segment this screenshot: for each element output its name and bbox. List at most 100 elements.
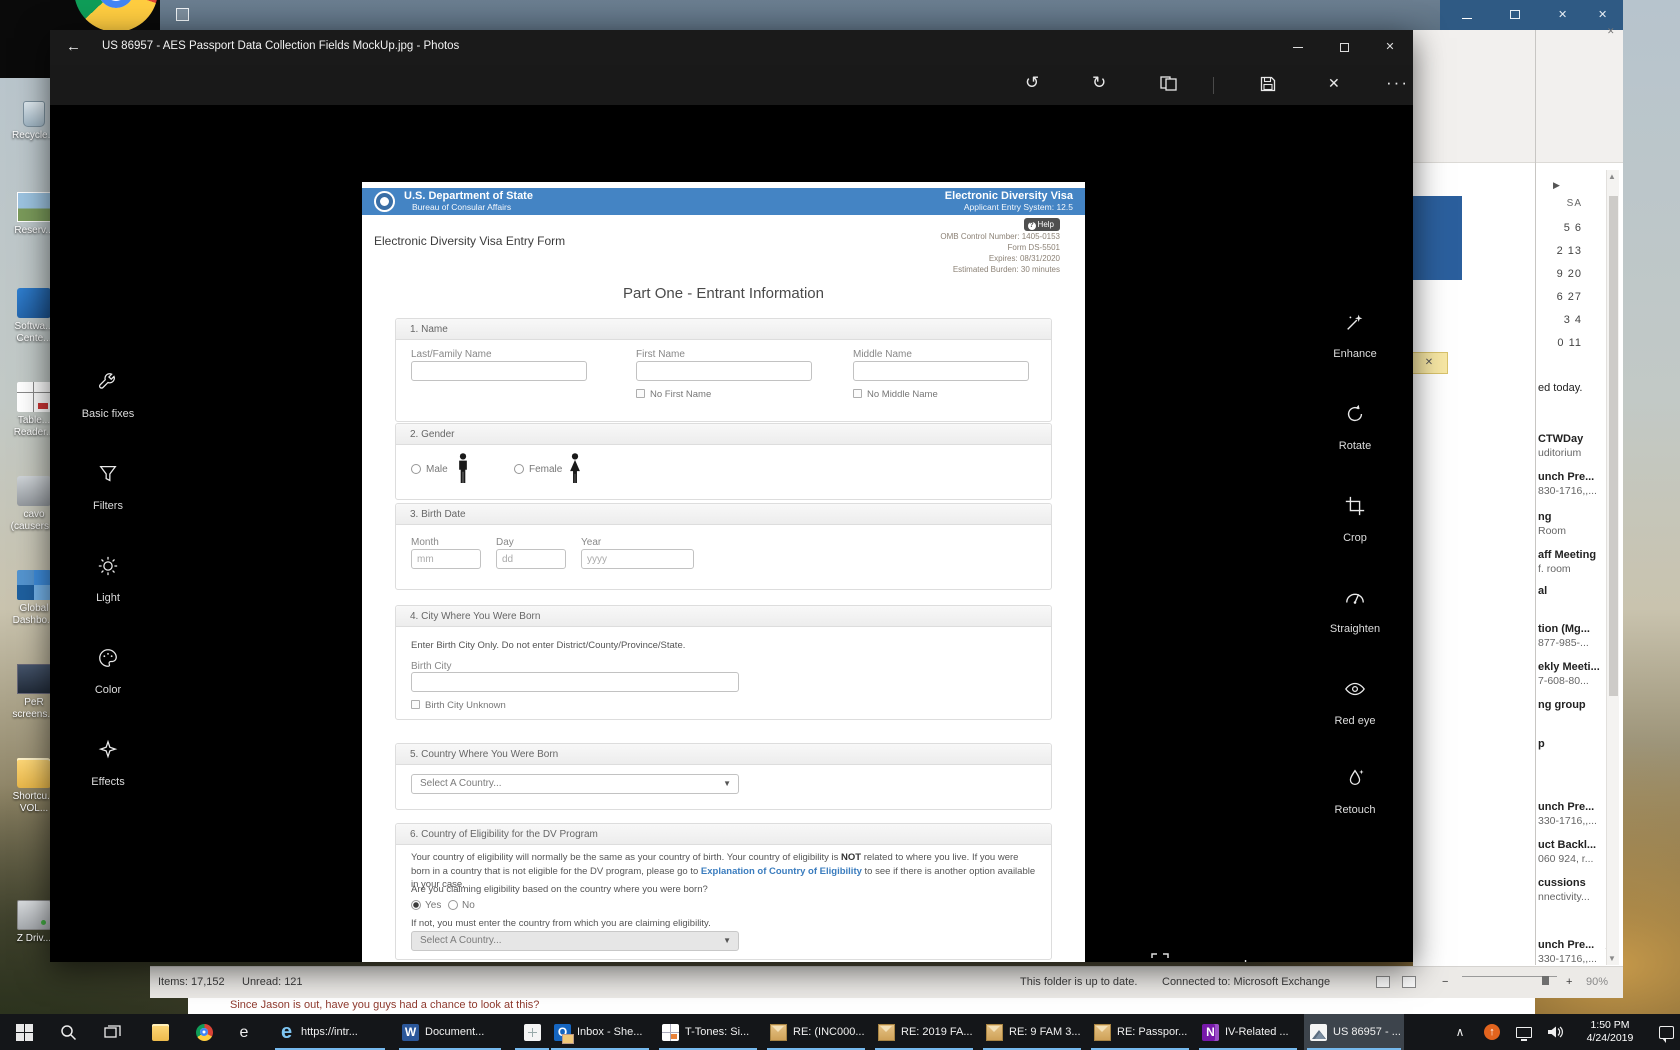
edit-action-straighten[interactable]: Straighten: [1300, 575, 1410, 635]
minimize-icon[interactable]: [1462, 10, 1472, 22]
no-middle-name-checkbox[interactable]: [853, 389, 862, 398]
zoom-percent[interactable]: 90%: [1586, 976, 1608, 988]
start-button[interactable]: [4, 1014, 44, 1050]
day-input[interactable]: [496, 549, 566, 569]
eligibility-yes-radio[interactable]: [411, 900, 421, 910]
birth-country-select[interactable]: Select A Country...▼: [411, 774, 739, 794]
edit-tool-color[interactable]: Color: [53, 636, 163, 696]
global-dashboard-icon: [17, 570, 51, 600]
zoom-out-button[interactable]: −: [1196, 955, 1207, 962]
maximize-button[interactable]: [1321, 30, 1367, 65]
edit-action-rotate[interactable]: Rotate: [1300, 392, 1410, 452]
eligibility-link[interactable]: Explanation of Country of Eligibility: [701, 866, 862, 877]
word-window[interactable]: WDocument...: [396, 1014, 504, 1050]
mail-window-1[interactable]: RE: (INC000...: [764, 1014, 868, 1050]
no-first-name-checkbox[interactable]: [636, 389, 645, 398]
file-explorer[interactable]: [140, 1014, 180, 1050]
taskbar-clock[interactable]: 1:50 PM4/24/2019: [1572, 1014, 1648, 1050]
volume-icon[interactable]: [1540, 1014, 1570, 1050]
taskbar-item-label: RE: 9 FAM 3...: [1009, 1026, 1081, 1038]
ttones-window[interactable]: T-Tones: Si...: [656, 1014, 760, 1050]
year-input[interactable]: [581, 549, 694, 569]
male-radio[interactable]: [411, 464, 421, 474]
mail-window-4[interactable]: RE: Passpor...: [1088, 1014, 1192, 1050]
calendar-row[interactable]: 0 11: [1538, 337, 1582, 349]
compare-icon[interactable]: [1160, 76, 1177, 91]
help-button[interactable]: ?Help: [1024, 218, 1060, 231]
eligibility-no-radio[interactable]: [448, 900, 458, 910]
outlook-titlebar[interactable]: ✕ ✕: [1440, 0, 1623, 30]
birth-city-input[interactable]: [411, 672, 739, 692]
cancel-icon[interactable]: ✕: [1328, 75, 1340, 92]
eligibility-country-select[interactable]: Select A Country...▼: [411, 931, 739, 951]
shortcut-vol-icon: [17, 758, 51, 788]
first-name-input[interactable]: [636, 361, 812, 381]
chrome[interactable]: [184, 1014, 224, 1050]
calendar-row[interactable]: 5 6: [1538, 222, 1582, 234]
close-icon-2[interactable]: ✕: [1598, 8, 1607, 21]
photos-window-button[interactable]: US 86957 - ...: [1304, 1014, 1404, 1050]
task-view-button[interactable]: [92, 1014, 132, 1050]
outlook-window[interactable]: OInbox - She...: [548, 1014, 652, 1050]
close-button[interactable]: ✕: [1367, 30, 1413, 65]
minimize-button[interactable]: [1275, 30, 1321, 65]
calendar-row[interactable]: 9 20: [1538, 268, 1582, 280]
fit-screen-icon[interactable]: [1150, 952, 1170, 962]
todo-close-icon[interactable]: ✕: [1607, 26, 1615, 37]
search-button[interactable]: [48, 1014, 88, 1050]
last-name-input[interactable]: [411, 361, 587, 381]
middle-name-input[interactable]: [853, 361, 1029, 381]
calculator[interactable]: [512, 1014, 552, 1050]
zoom-in-button[interactable]: +: [1240, 955, 1251, 962]
scroll-down-icon[interactable]: ▼: [1608, 954, 1616, 963]
mail-window-2[interactable]: RE: 2019 FA...: [872, 1014, 976, 1050]
month-input[interactable]: [411, 549, 481, 569]
calendar-row[interactable]: 3 4: [1538, 314, 1582, 326]
edit-action-crop[interactable]: Crop: [1300, 484, 1410, 544]
close-icon[interactable]: ✕: [1558, 8, 1567, 21]
back-icon[interactable]: ←: [66, 38, 81, 55]
zoom-out-icon[interactable]: −: [1442, 976, 1448, 988]
zoom-in-icon[interactable]: +: [1566, 976, 1572, 988]
edge[interactable]: e: [228, 1014, 268, 1050]
edit-action-red-eye[interactable]: Red eye: [1300, 667, 1410, 727]
restore-icon[interactable]: [1510, 10, 1520, 19]
program-name: Electronic Diversity Visa: [945, 190, 1073, 202]
edit-tool-light[interactable]: Light: [53, 544, 163, 604]
zoom-slider-thumb[interactable]: [1542, 976, 1549, 985]
ie-window[interactable]: ehttps://intr...: [272, 1014, 388, 1050]
edit-tool-effects[interactable]: Effects: [53, 728, 163, 788]
tray-chevron-icon[interactable]: ∧: [1446, 1014, 1474, 1050]
undo-icon[interactable]: ↺: [1025, 73, 1039, 93]
calendar-row[interactable]: 2 13: [1538, 245, 1582, 257]
female-radio[interactable]: [514, 464, 524, 474]
save-copy-icon[interactable]: [1260, 76, 1276, 92]
connection-status: Connected to: Microsoft Exchange: [1162, 976, 1330, 988]
edit-action-enhance[interactable]: Enhance: [1300, 300, 1410, 360]
reading-view-icon[interactable]: [1376, 976, 1390, 988]
mcafee-icon[interactable]: ↑: [1478, 1014, 1506, 1050]
onenote-window[interactable]: NIV-Related ...: [1196, 1014, 1300, 1050]
sticky-note[interactable]: ✕: [1410, 352, 1448, 374]
omb-number: OMB Control Number: 1405-0153: [940, 232, 1060, 241]
edit-tool-basic-fixes[interactable]: Basic fixes: [53, 360, 163, 420]
edit-action-retouch[interactable]: Retouch: [1300, 756, 1410, 816]
more-options-icon[interactable]: ···: [1386, 73, 1409, 93]
calendar-row[interactable]: 6 27: [1538, 291, 1582, 303]
network-icon[interactable]: [1510, 1014, 1538, 1050]
redo-icon[interactable]: ↻: [1092, 73, 1106, 93]
scrollbar-thumb[interactable]: [1609, 196, 1618, 696]
mail-window-3[interactable]: RE: 9 FAM 3...: [980, 1014, 1084, 1050]
layout-view-icon[interactable]: [1402, 976, 1416, 988]
items-count: Items: 17,152: [158, 976, 225, 988]
email-window-titlebar[interactable]: [160, 0, 1440, 30]
edit-tool-filters[interactable]: Filters: [53, 452, 163, 512]
calc-icon: [524, 1024, 541, 1041]
birth-city-unknown-checkbox[interactable]: [411, 700, 420, 709]
calendar-next-icon[interactable]: ▶: [1553, 180, 1560, 191]
form-title: Electronic Diversity Visa Entry Form: [374, 234, 565, 248]
outlook-scrollbar[interactable]: ▲ ▼: [1606, 170, 1619, 965]
scroll-up-icon[interactable]: ▲: [1608, 172, 1616, 181]
action-center-icon[interactable]: [1652, 1014, 1680, 1050]
edge-icon: e: [240, 1024, 257, 1041]
